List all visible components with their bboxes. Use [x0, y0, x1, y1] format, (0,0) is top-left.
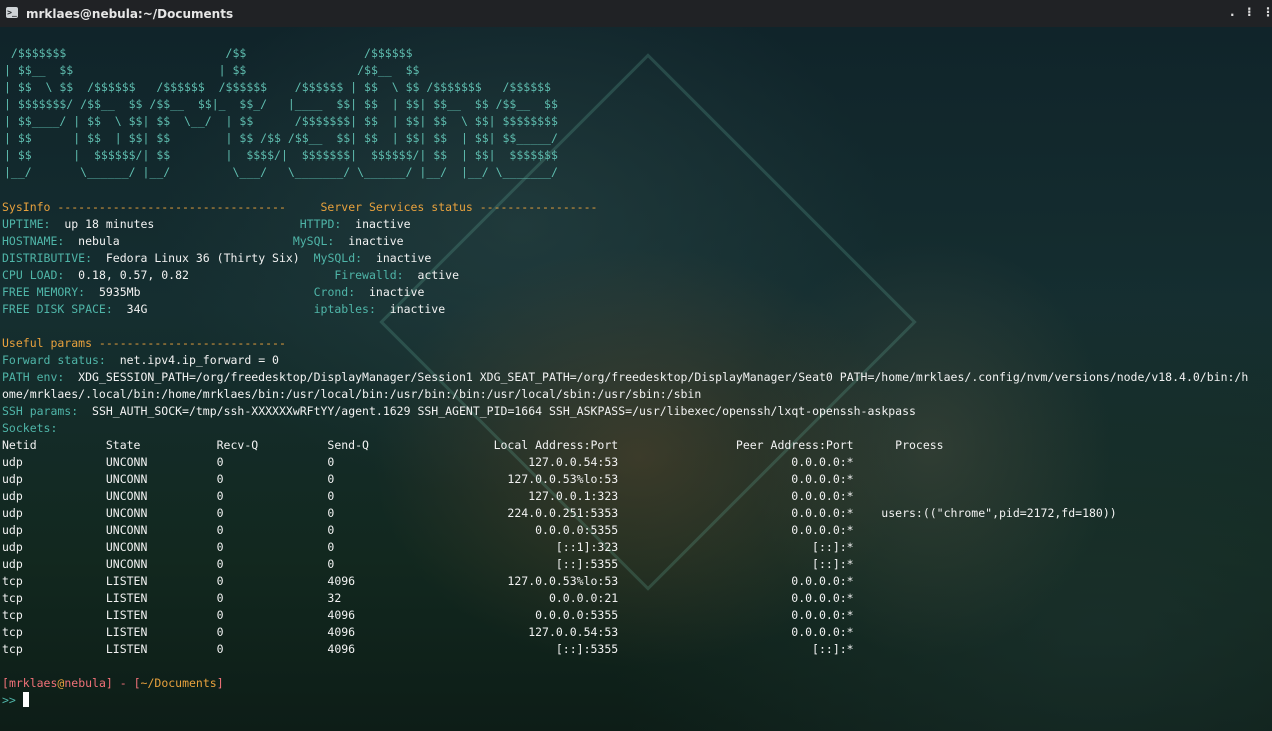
sockets-table: Netid State Recv-Q Send-Q Local Address:…	[2, 438, 1117, 656]
service-value: inactive	[369, 285, 425, 299]
split-button[interactable]: ⁝	[1247, 5, 1252, 19]
forward-value: net.ipv4.ip_forward = 0	[119, 353, 279, 367]
forward-label: Forward status:	[2, 353, 106, 367]
title-bar: >_ mrklaes@nebula:~/Documents . ⁝ ⋮	[0, 0, 1272, 27]
ssh-label: SSH params:	[2, 404, 79, 418]
prompt-host: nebula	[64, 676, 106, 690]
table-row: tcp LISTEN 0 4096 127.0.0.53%lo:53 0.0.0…	[2, 574, 854, 588]
service-label: iptables:	[313, 302, 376, 316]
table-row: udp UNCONN 0 0 [::]:5355 [::]:*	[2, 557, 854, 571]
path-value: XDG_SESSION_PATH=/org/freedesktop/Displa…	[78, 370, 1249, 384]
banner-line: | $$ \ $$ /$$$$$$ /$$$$$$ /$$$$$$ /$$$$$…	[4, 80, 551, 94]
sysinfo-label: UPTIME:	[2, 217, 51, 231]
path-value-continued: ome/mrklaes/.local/bin:/home/mrklaes/bin…	[2, 387, 702, 401]
banner-line: /$$$$$$$ /$$ /$$$$$$	[4, 46, 413, 60]
banner-line: | $$____/ | $$ \ $$| $$ \__/ | $$ /$$$$$…	[4, 114, 558, 128]
terminal-area[interactable]: /$$$$$$$ /$$ /$$$$$$ | $$__ $$ | $$ /$$_…	[0, 27, 1272, 731]
minimize-button[interactable]: .	[1230, 5, 1235, 19]
sysinfo-value: 34G	[126, 302, 148, 316]
banner-line: | $$__ $$ | $$ /$$__ $$	[4, 63, 420, 77]
window-title: mrklaes@nebula:~/Documents	[26, 7, 234, 21]
table-row: tcp LISTEN 0 4096 [::]:5355 [::]:*	[2, 642, 854, 656]
banner-line: | $$$$$$$/ /$$__ $$ /$$__ $$|_ $$_/ |___…	[4, 97, 558, 111]
shell-prompt: [mrklaes@nebula] - [~/Documents]	[2, 676, 224, 690]
sockets-label: Sockets:	[2, 421, 58, 435]
sysinfo-value: 5935Mb	[98, 285, 141, 299]
menu-button[interactable]: ⋮	[1262, 5, 1272, 19]
table-row: udp UNCONN 0 0 [::1]:323 [::]:*	[2, 540, 854, 554]
table-row: tcp LISTEN 0 32 0.0.0.0:21 0.0.0.0:*	[2, 591, 854, 605]
service-label: HTTPD:	[292, 217, 342, 231]
services-header: Server Services status -----------------	[320, 200, 598, 214]
path-label: PATH env:	[2, 370, 65, 384]
sysinfo-label: DISTRIBUTIVE:	[2, 251, 93, 265]
table-row: udp UNCONN 0 0 224.0.0.251:5353 0.0.0.0:…	[2, 506, 1117, 520]
service-label: Crond:	[313, 285, 356, 299]
terminal-window: >_ mrklaes@nebula:~/Documents . ⁝ ⋮ /$$$…	[0, 0, 1272, 731]
banner-line: | $$ | $$$$$$/| $$ | $$$$/| $$$$$$$| $$$…	[4, 148, 558, 162]
sysinfo-header: SysInfo --------------------------------…	[2, 200, 286, 214]
sysinfo-value: nebula	[78, 234, 120, 248]
banner-line: |__/ \______/ |__/ \___/ \_______/ \____…	[4, 165, 558, 179]
table-row: tcp LISTEN 0 4096 0.0.0.0:5355 0.0.0.0:*	[2, 608, 854, 622]
service-label: MySQL:	[292, 234, 335, 248]
service-label: MySQLd:	[313, 251, 363, 265]
text-cursor[interactable]	[22, 692, 29, 707]
service-value: inactive	[375, 251, 432, 265]
table-row: tcp LISTEN 0 4096 127.0.0.54:53 0.0.0.0:…	[2, 625, 854, 639]
sockets-header-row: Netid State Recv-Q Send-Q Local Address:…	[2, 438, 944, 452]
table-row: udp UNCONN 0 0 127.0.0.54:53 0.0.0.0:*	[2, 455, 854, 469]
service-value: inactive	[355, 217, 411, 231]
sysinfo-value: Fedora Linux 36 (Thirty Six)	[105, 251, 300, 265]
params-header: Useful params --------------------------…	[2, 336, 286, 350]
table-row: udp UNCONN 0 0 127.0.0.53%lo:53 0.0.0.0:…	[2, 472, 854, 486]
prompt-user: mrklaes	[8, 676, 58, 690]
sysinfo-label: FREE MEMORY:	[2, 285, 86, 299]
ascii-banner: /$$$$$$$ /$$ /$$$$$$ | $$__ $$ | $$ /$$_…	[4, 45, 558, 181]
terminal-icon: >_	[6, 7, 18, 18]
terminal-output: SysInfo --------------------------------…	[2, 199, 1248, 709]
service-value: active	[417, 268, 460, 282]
sysinfo-label: HOSTNAME:	[2, 234, 65, 248]
sysinfo-value: up 18 minutes	[64, 217, 155, 231]
banner-line: | $$ | $$ | $$| $$ | $$ /$$ /$$__ $$| $$…	[4, 131, 558, 145]
prompt-symbol: >>	[2, 693, 16, 707]
table-row: udp UNCONN 0 0 0.0.0.0:5355 0.0.0.0:*	[2, 523, 854, 537]
service-value: inactive	[348, 234, 404, 248]
service-label: Firewalld:	[334, 268, 404, 282]
sysinfo-value: 0.18, 0.57, 0.82	[78, 268, 189, 282]
sysinfo-label: CPU LOAD:	[2, 268, 65, 282]
sysinfo-label: FREE DISK SPACE:	[2, 302, 113, 316]
table-row: udp UNCONN 0 0 127.0.0.1:323 0.0.0.0:*	[2, 489, 854, 503]
prompt-dir: ~/Documents	[140, 676, 217, 690]
service-value: inactive	[389, 302, 446, 316]
ssh-value: SSH_AUTH_SOCK=/tmp/ssh-XXXXXXwRFtYY/agen…	[92, 404, 916, 418]
